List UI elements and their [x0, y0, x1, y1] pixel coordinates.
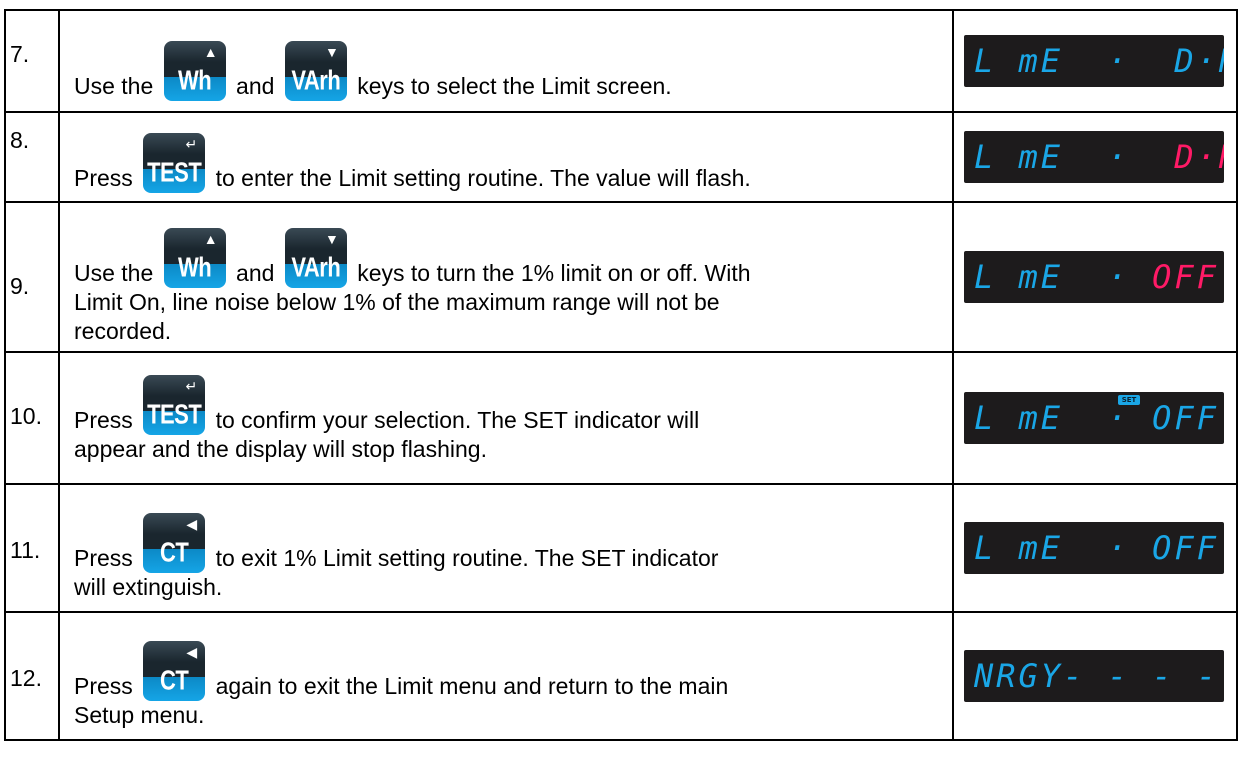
step-text: and [236, 73, 275, 99]
step-text: Setup menu. [74, 702, 205, 728]
varh-down-key: ▼ VArh [284, 41, 347, 101]
step-text-cell: Press ↵ TEST to enter the Limit setting r… [58, 111, 954, 203]
wh-up-key: ▲ Wh [163, 228, 226, 288]
step-text: recorded. [74, 318, 172, 344]
down-arrow-icon: ▼ [324, 231, 339, 247]
left-arrow-icon: ◀ [186, 644, 198, 660]
step-text: Limit On, line noise below 1% of the max… [74, 289, 720, 315]
step-text: keys to turn the 1% limit on or off. Wit… [357, 260, 751, 286]
step-number: 9. [10, 273, 30, 299]
lcd-display: L mE · OFF [964, 251, 1224, 303]
step-text: appear and the display will stop flashin… [74, 436, 487, 462]
enter-arrow-icon: ↵ [185, 378, 198, 394]
left-arrow-icon: ◀ [186, 516, 198, 532]
table-row: 7. Use the ▲ Wh and ▼ VArh keys to select … [4, 9, 1238, 113]
test-enter-key: ↵ TEST [143, 375, 206, 435]
table-row: 10. Press ↵ TEST to confirm your selectio… [4, 351, 1238, 485]
display-cell: SET L mE · OFF [952, 351, 1238, 485]
display-cell: L mE · OFF [952, 483, 1238, 613]
test-enter-key: ↵ TEST [143, 133, 206, 193]
varh-down-key: ▼ VArh [284, 228, 347, 288]
step-number-cell: 12. [4, 611, 60, 741]
step-text: Press [74, 165, 133, 191]
lcd-display: L mE · D·N [964, 35, 1224, 87]
display-cell: L mE · D·N [952, 9, 1238, 113]
table-row: 11. Press ◀ CT to exit 1% Limit setting r… [4, 483, 1238, 613]
down-arrow-icon: ▼ [324, 44, 339, 60]
lcd-display: L mE · D·N [964, 131, 1224, 183]
step-text-cell: Press ◀ CT again to exit the Limit menu a… [58, 611, 954, 741]
ct-left-key: ◀ CT [143, 513, 206, 573]
step-number-cell: 11. [4, 483, 60, 613]
step-number-cell: 8. [4, 111, 60, 203]
step-text-cell: Use the ▲ Wh and ▼ VArh keys to turn the 1… [58, 201, 954, 353]
step-text: Use the [74, 260, 154, 286]
step-text-cell: Press ◀ CT to exit 1% Limit setting routi… [58, 483, 954, 613]
table-row: 9. Use the ▲ Wh and ▼ VArh keys to turn th… [4, 201, 1238, 353]
display-cell: NRGY- - - - [952, 611, 1238, 741]
step-text: Press [74, 545, 133, 571]
step-number-cell: 9. [4, 201, 60, 353]
enter-arrow-icon: ↵ [185, 136, 198, 152]
up-arrow-icon: ▲ [203, 231, 218, 247]
wh-up-key: ▲ Wh [163, 41, 226, 101]
step-text: will extinguish. [74, 574, 223, 600]
lcd-display: SET L mE · OFF [964, 392, 1224, 444]
step-text: again to exit the Limit menu and return … [215, 673, 729, 699]
step-text-cell: Use the ▲ Wh and ▼ VArh keys to select the… [58, 9, 954, 113]
lcd-display: L mE · OFF [964, 522, 1224, 574]
step-text: keys to select the Limit screen. [357, 73, 672, 99]
step-number: 11. [10, 537, 41, 563]
step-number: 10. [10, 403, 42, 429]
table-row: 12. Press ◀ CT again to exit the Limit me… [4, 611, 1238, 741]
step-text: Press [74, 673, 133, 699]
ct-left-key: ◀ CT [143, 641, 206, 701]
instruction-table: 7. Use the ▲ Wh and ▼ VArh keys to select … [4, 9, 1238, 741]
step-number: 8. [10, 127, 30, 153]
step-text-cell: Press ↵ TEST to confirm your selection. T… [58, 351, 954, 485]
step-number-cell: 10. [4, 351, 60, 485]
step-number: 7. [10, 41, 30, 67]
step-number-cell: 7. [4, 9, 60, 113]
step-text: and [236, 260, 275, 286]
step-text: Press [74, 407, 133, 433]
step-text: to enter the Limit setting routine. The … [215, 165, 751, 191]
step-text: to exit 1% Limit setting routine. The SE… [215, 545, 719, 571]
step-number: 12. [10, 665, 42, 691]
step-text: to confirm your selection. The SET indic… [215, 407, 700, 433]
display-cell: L mE · OFF [952, 201, 1238, 353]
step-text: Use the [74, 73, 154, 99]
up-arrow-icon: ▲ [203, 44, 218, 60]
table-row: 8. Press ↵ TEST to enter the Limit settin… [4, 111, 1238, 203]
lcd-display: NRGY- - - - [964, 650, 1224, 702]
display-cell: L mE · D·N [952, 111, 1238, 203]
